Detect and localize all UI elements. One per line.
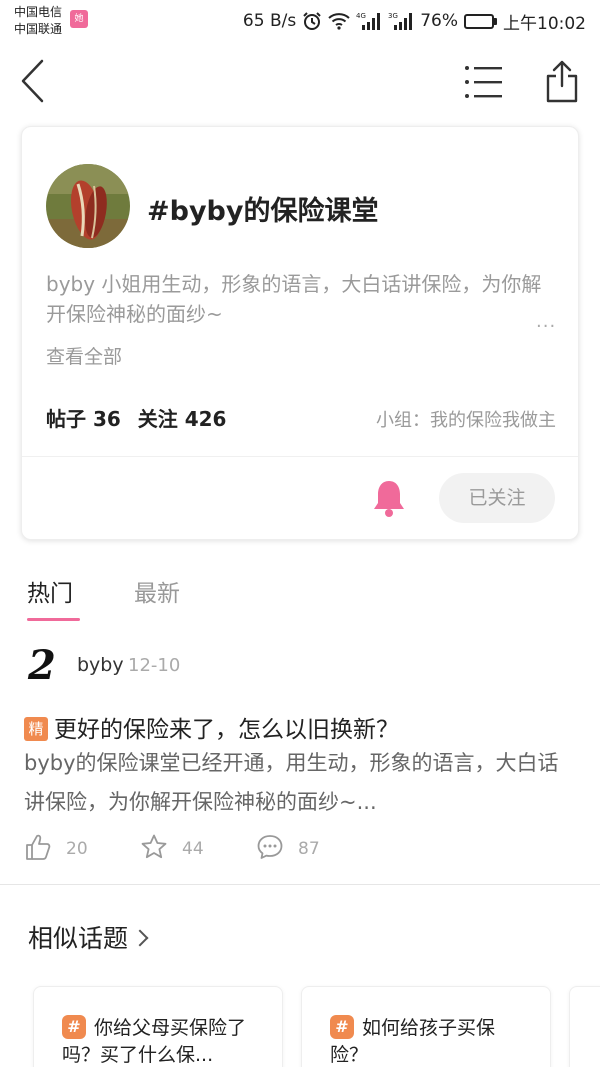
list-icon[interactable] <box>464 64 504 100</box>
star-icon <box>140 833 168 866</box>
topic-card: #byby的保险课堂 byby 小姐用生动，形象的语言，大白话讲保险，为你解开保… <box>21 126 579 540</box>
topic-avatar <box>46 164 130 248</box>
section-divider <box>0 884 600 885</box>
carrier-1: 中国电信 <box>14 5 63 19</box>
post-tabs: 热门 最新 <box>0 570 600 630</box>
group-link[interactable]: 小组：我的保险我做主 <box>376 406 556 432</box>
signal-3g-label: 3G <box>388 12 398 20</box>
chevron-right-icon <box>131 929 149 947</box>
related-topics-header[interactable]: 相似话题 <box>28 919 149 955</box>
share-icon[interactable] <box>544 58 580 104</box>
related-topic-card[interactable]: # 如何给孩子买保险？ <box>301 986 551 1067</box>
post-title-row[interactable]: 精更好的保险来了，怎么以旧换新？ <box>24 710 399 744</box>
author-avatar[interactable]: 2 <box>28 646 58 686</box>
comment-button[interactable]: 87 <box>256 834 320 864</box>
wifi-icon <box>328 12 350 30</box>
post-date: 12-10 <box>128 655 181 676</box>
topic-title: #byby的保险课堂 <box>147 196 379 227</box>
post-excerpt[interactable]: byby的保险课堂已经开通，用生动，形象的语言，大白话讲保险，为你解开保险神秘的… <box>24 744 564 822</box>
clock: 上午10:02 <box>503 13 586 34</box>
related-topic-text: 如何给孩子买保险？ <box>330 1017 496 1066</box>
favorite-button[interactable]: 44 <box>140 834 204 864</box>
post-actions: 20 44 87 <box>24 834 584 864</box>
signal-4g-icon: 4G <box>356 11 382 31</box>
bell-icon[interactable] <box>372 478 406 518</box>
carrier-2: 中国联通 <box>14 22 63 36</box>
topic-stats: 帖子 36 关注 426 <box>46 403 236 432</box>
signal-3g-icon: 3G <box>388 11 414 31</box>
carrier-info: 中国电信 中国联通 <box>14 4 62 38</box>
thumbs-up-icon <box>24 833 52 866</box>
nav-bar <box>0 52 600 112</box>
related-topics-title: 相似话题 <box>28 924 129 953</box>
battery-percent: 76% <box>420 11 458 31</box>
description-more[interactable]: ... <box>536 311 556 332</box>
post-title[interactable]: 更好的保险来了，怎么以旧换新？ <box>54 717 399 743</box>
related-topic-text: 你给父母买保险了吗？买了什么保... <box>62 1017 247 1066</box>
see-all-link[interactable]: 查看全部 <box>46 342 122 369</box>
follow-button[interactable]: 已关注 <box>439 473 555 523</box>
featured-badge: 精 <box>24 717 48 741</box>
related-topic-card-partial[interactable] <box>569 986 600 1067</box>
related-topic-card[interactable]: # 你给父母买保险了吗？买了什么保... <box>33 986 283 1067</box>
status-bar: 中国电信 中国联通 她 65 B/s 4G 3G 76% 上午10:02 <box>0 0 600 42</box>
alarm-icon <box>302 11 322 31</box>
signal-4g-label: 4G <box>356 12 366 20</box>
comment-icon <box>256 833 284 866</box>
post-author[interactable]: byby <box>77 654 124 676</box>
card-divider <box>22 456 578 457</box>
chevron-left-icon[interactable] <box>18 58 50 104</box>
topic-description: byby 小姐用生动，形象的语言，大白话讲保险，为你解开保险神秘的面纱~ <box>46 272 542 326</box>
app-notification-badge: 她 <box>70 10 88 28</box>
tab-hot[interactable]: 热门 <box>27 574 73 608</box>
favorite-count: 44 <box>182 839 204 859</box>
active-tab-indicator <box>27 618 80 621</box>
posts-count: 帖子 36 <box>46 407 121 431</box>
like-button[interactable]: 20 <box>24 834 88 864</box>
follows-count: 关注 426 <box>137 407 227 431</box>
like-count: 20 <box>66 839 88 859</box>
net-speed: 65 B/s <box>242 11 297 31</box>
status-icons: 65 B/s 4G 3G 76% 上午10:02 <box>242 9 586 34</box>
comment-count: 87 <box>298 839 320 859</box>
tab-latest[interactable]: 最新 <box>134 574 180 608</box>
battery-icon <box>464 13 497 29</box>
